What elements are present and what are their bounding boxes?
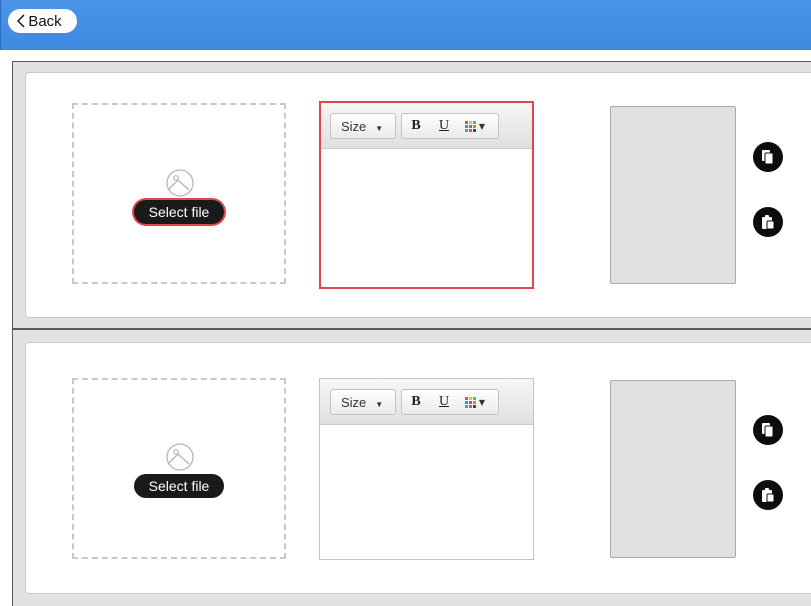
size-select[interactable]: Size ▼ — [331, 119, 395, 134]
dropdown-caret-icon: ▼ — [375, 123, 384, 133]
editor-toolbar: Size ▼ B U ▼ — [320, 379, 533, 425]
color-picker-button[interactable]: ▼ — [458, 120, 492, 132]
image-placeholder-icon — [166, 443, 194, 471]
dropdown-caret-icon: ▼ — [478, 397, 486, 407]
chevron-left-icon — [17, 14, 25, 28]
top-bar: Back — [0, 0, 811, 50]
copy-button[interactable] — [753, 415, 783, 445]
color-picker-button[interactable]: ▼ — [458, 396, 492, 408]
bold-button[interactable]: B — [402, 394, 430, 410]
paste-button[interactable] — [753, 207, 783, 237]
preview-panel — [610, 106, 736, 284]
copy-icon — [762, 150, 774, 165]
paste-icon — [762, 488, 775, 503]
format-group: B U ▼ — [401, 113, 499, 139]
list-separator — [12, 328, 811, 330]
copy-icon — [762, 423, 774, 438]
paste-button[interactable] — [753, 480, 783, 510]
text-editor[interactable]: Size ▼ B U ▼ — [319, 101, 534, 289]
color-grid-icon — [464, 120, 476, 132]
color-grid-icon — [464, 396, 476, 408]
select-file-button[interactable]: Select file — [134, 474, 224, 498]
size-select[interactable]: Size ▼ — [331, 395, 395, 410]
preview-panel — [610, 380, 736, 558]
size-label: Size — [341, 394, 367, 410]
select-file-button[interactable]: Select file — [134, 200, 224, 224]
image-dropzone[interactable]: Select file — [72, 103, 286, 284]
size-group: Size ▼ — [330, 389, 396, 415]
bold-button[interactable]: B — [402, 118, 430, 134]
dropdown-caret-icon: ▼ — [478, 121, 486, 131]
paste-icon — [762, 215, 775, 230]
copy-button[interactable] — [753, 142, 783, 172]
image-dropzone[interactable]: Select file — [72, 378, 286, 559]
image-placeholder-icon — [166, 169, 194, 197]
underline-button[interactable]: U — [430, 394, 458, 410]
editor-toolbar: Size ▼ B U ▼ — [321, 103, 532, 149]
back-button[interactable]: Back — [8, 9, 77, 33]
size-group: Size ▼ — [330, 113, 396, 139]
text-editor[interactable]: Size ▼ B U ▼ — [319, 378, 534, 560]
dropdown-caret-icon: ▼ — [375, 399, 384, 409]
format-group: B U ▼ — [401, 389, 499, 415]
size-label: Size — [341, 118, 367, 134]
underline-button[interactable]: U — [430, 118, 458, 134]
back-label: Back — [28, 12, 62, 30]
